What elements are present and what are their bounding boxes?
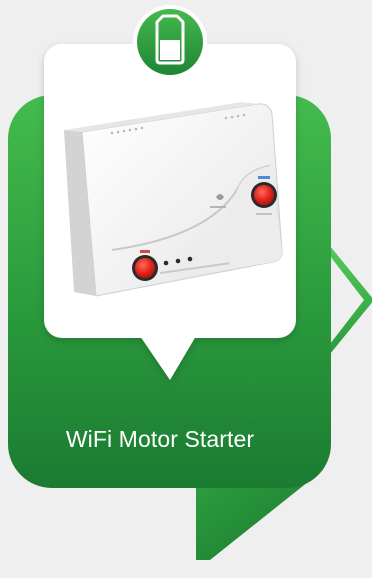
product-card-graphic — [8, 5, 372, 560]
motor-starter-device — [64, 102, 283, 297]
tank-icon — [133, 5, 207, 79]
chevron-right-icon — [330, 246, 372, 354]
product-title: WiFi Motor Starter — [65, 426, 255, 452]
